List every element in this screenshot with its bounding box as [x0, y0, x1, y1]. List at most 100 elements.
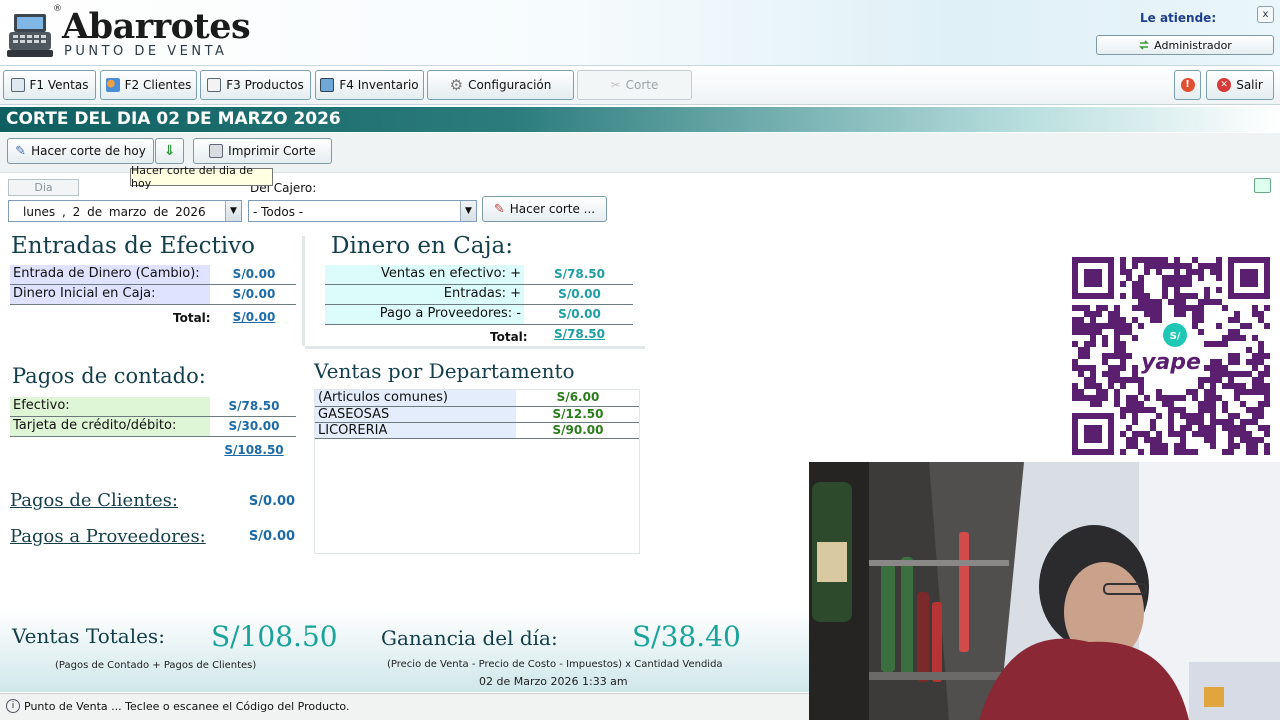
pagos-proveedores-value: S/0.00 — [248, 529, 296, 544]
corte-icon: ✂ — [610, 78, 621, 92]
broom-icon: ✎ — [493, 201, 505, 217]
main-toolbar: F1 Ventas F2 Clientes F3 Productos F4 In… — [0, 67, 1280, 105]
close-icon[interactable]: x — [1257, 6, 1274, 23]
cajero-select[interactable]: - Todos - ▼ — [248, 200, 477, 222]
efectivo-label: Efectivo: — [10, 397, 210, 416]
productos-button[interactable]: F3 Productos — [200, 70, 311, 100]
ventas-button[interactable]: F1 Ventas — [3, 70, 96, 100]
caja-total-label: Total: — [490, 330, 528, 344]
cajero-value: - Todos - — [253, 205, 304, 219]
panel-toggle-icon[interactable] — [1254, 178, 1271, 193]
entradas-caja-value: S/0.00 — [558, 287, 601, 301]
ventas-totales-label: Ventas Totales: — [12, 624, 165, 648]
ganancia-value: S/38.40 — [632, 620, 741, 653]
entradas-caja-label: Entradas: + — [325, 285, 524, 304]
sales-icon — [10, 78, 25, 92]
chevron-down-icon[interactable]: ▼ — [460, 201, 476, 221]
entradas-heading: Entradas de Efectivo — [11, 233, 255, 259]
switch-user-icon — [1139, 40, 1150, 50]
user-button-label: Administrador — [1154, 38, 1232, 52]
pagos-contado-total: S/108.50 — [224, 443, 284, 457]
user-button[interactable]: Administrador — [1096, 35, 1274, 55]
ventas-totales-value: S/108.50 — [211, 620, 338, 653]
dropdown-arrow-button[interactable]: ⇓ — [155, 138, 184, 164]
svg-text:yape: yape — [1141, 350, 1201, 375]
table-row: GASEOSAS — [315, 407, 516, 422]
alert-button[interactable]: ! — [1174, 70, 1201, 100]
salir-label: Salir — [1236, 78, 1263, 92]
close-label: x — [1262, 9, 1269, 20]
status-text: Punto de Venta ... Teclee o escanee el C… — [24, 700, 350, 713]
down-arrow-icon: ⇓ — [163, 143, 176, 159]
configuracion-label: Configuración — [468, 78, 552, 92]
pagos-contado-heading: Pagos de contado: — [12, 364, 206, 388]
entradas-total-label: Total: — [173, 311, 211, 325]
entradas-total-value: S/0.00 — [232, 310, 276, 324]
app-header: ® Abarrotes PUNTO DE VENTA Le atiende: x… — [0, 0, 1280, 66]
pago-proveedores-label: Pago a Proveedores: - — [325, 305, 524, 324]
hacer-corte-hoy-button[interactable]: ✎ Hacer corte de hoy — [7, 138, 154, 164]
productos-label: F3 Productos — [226, 78, 304, 92]
clients-icon — [105, 78, 120, 92]
ganancia-label: Ganancia del día: — [381, 626, 558, 650]
app-title: Abarrotes — [62, 6, 251, 47]
salir-button[interactable]: ✕ Salir — [1206, 70, 1274, 100]
cash-register-icon — [6, 10, 54, 58]
chevron-down-icon[interactable]: ▼ — [225, 201, 241, 221]
alert-icon: ! — [1180, 78, 1195, 92]
table-row: S/6.00 — [556, 390, 600, 404]
svg-text:S/: S/ — [1170, 331, 1181, 342]
registered-mark: ® — [53, 4, 62, 14]
caja-total-value: S/78.50 — [554, 327, 605, 341]
exit-icon: ✕ — [1217, 78, 1232, 92]
info-icon: i — [6, 699, 20, 713]
ventas-label: F1 Ventas — [29, 78, 89, 92]
ventas-efectivo-value: S/78.50 — [554, 267, 605, 281]
dinero-caja-heading: Dinero en Caja: — [331, 233, 514, 259]
date-picker[interactable]: lunes , 2 de marzo de 2026 ▼ — [8, 200, 242, 222]
timestamp: 02 de Marzo 2026 1:33 am — [479, 675, 628, 688]
inventory-icon — [320, 78, 335, 92]
pago-proveedores-value: S/0.00 — [558, 307, 601, 321]
efectivo-value: S/78.50 — [228, 399, 280, 413]
attend-label: Le atiende: — [1140, 11, 1217, 25]
inventario-label: F4 Inventario — [339, 78, 419, 92]
pagos-clientes-value: S/0.00 — [248, 494, 296, 509]
imprimir-corte-label: Imprimir Corte — [228, 144, 316, 158]
entrada-cambio-value: S/0.00 — [232, 267, 276, 281]
ventas-efectivo-label: Ventas en efectivo: + — [325, 265, 524, 284]
page-title: CORTE DEL DIA 02 DE MARZO 2026 — [6, 109, 341, 129]
table-row: S/12.50 — [552, 407, 604, 421]
ventas-departamento-heading: Ventas por Departamento — [314, 359, 575, 383]
corte-label: Corte — [625, 78, 659, 92]
pagos-proveedores-link[interactable]: Pagos a Proveedores: — [10, 526, 206, 547]
tab-dia[interactable]: Dia — [8, 179, 79, 196]
imprimir-corte-button[interactable]: Imprimir Corte — [193, 138, 332, 164]
clientes-label: F2 Clientes — [124, 78, 192, 92]
products-icon — [207, 78, 222, 92]
hacer-corte-button[interactable]: ✎ Hacer corte ... — [482, 196, 607, 222]
webcam-image — [809, 462, 1280, 720]
webcam-overlay — [809, 462, 1280, 720]
inventario-button[interactable]: F4 Inventario — [315, 70, 424, 100]
hacer-corte-label: Hacer corte ... — [509, 202, 596, 216]
tarjeta-label: Tarjeta de crédito/débito: — [10, 417, 210, 436]
app-subtitle: PUNTO DE VENTA — [64, 44, 228, 59]
dinero-inicial-value: S/0.00 — [232, 287, 276, 301]
ganancia-note: (Precio de Venta - Precio de Costo - Imp… — [387, 659, 723, 670]
printer-icon — [209, 144, 224, 158]
configuracion-button[interactable]: ⚙ Configuración — [427, 70, 574, 100]
hacer-corte-hoy-label: Hacer corte de hoy — [31, 144, 146, 158]
pagos-clientes-link[interactable]: Pagos de Clientes: — [10, 490, 178, 511]
tooltip: Hacer corte del dia de hoy — [130, 164, 273, 190]
broom-icon: ✎ — [15, 143, 27, 159]
yape-qr-code: S/yape — [1072, 257, 1270, 455]
corte-button[interactable]: ✂ Corte — [577, 70, 692, 100]
title-bar: CORTE DEL DIA 02 DE MARZO 2026 — [0, 107, 1280, 132]
clientes-button[interactable]: F2 Clientes — [100, 70, 197, 100]
dinero-inicial-label: Dinero Inicial en Caja: — [10, 285, 210, 304]
table-row: (Articulos comunes) — [315, 390, 516, 406]
gear-icon: ⚙ — [449, 76, 464, 94]
date-value: lunes , 2 de marzo de 2026 — [23, 205, 206, 219]
qr-code-image: S/yape — [1072, 257, 1270, 455]
